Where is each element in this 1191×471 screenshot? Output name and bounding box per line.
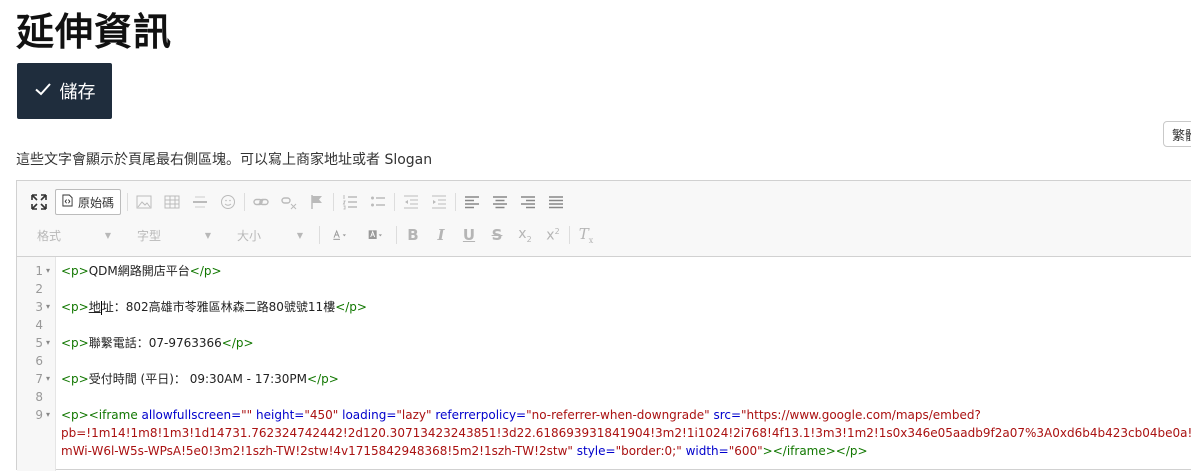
save-button[interactable]: 儲存 <box>17 63 112 119</box>
line-number: 9 <box>35 408 43 422</box>
fold-arrow-icon[interactable]: ▾ <box>46 406 50 424</box>
chevron-down-icon: ▼ <box>204 230 211 240</box>
bullet-list-icon[interactable] <box>366 190 390 214</box>
anchor-flag-icon[interactable] <box>305 190 329 214</box>
save-button-label: 儲存 <box>59 82 96 103</box>
font-dropdown[interactable]: 字型 ▼ <box>127 224 217 246</box>
editor-toolbar: 原始碼 格式 ▼ 字型 ▼ 大小 ▼ B I U S x2 x2 Tx <box>17 181 1191 257</box>
background-color-icon[interactable] <box>360 223 392 247</box>
smiley-icon[interactable] <box>216 190 240 214</box>
bold-icon[interactable]: B <box>401 223 425 247</box>
chevron-down-icon: ▼ <box>104 230 111 240</box>
superscript-icon[interactable]: x2 <box>541 223 565 247</box>
language-select[interactable]: 繁體 <box>1163 121 1191 147</box>
fold-arrow-icon[interactable]: ▾ <box>46 298 50 316</box>
align-left-icon[interactable] <box>460 190 484 214</box>
size-dropdown[interactable]: 大小 ▼ <box>227 224 309 246</box>
format-dropdown[interactable]: 格式 ▼ <box>27 224 117 246</box>
subscript-icon[interactable]: x2 <box>513 223 537 247</box>
link-icon[interactable] <box>249 190 273 214</box>
size-dropdown-label: 大小 <box>237 228 262 243</box>
chevron-down-icon: ▼ <box>296 230 303 240</box>
source-button-label: 原始碼 <box>78 195 115 210</box>
format-dropdown-label: 格式 <box>37 228 62 243</box>
language-label: 繁體 <box>1172 128 1191 144</box>
remove-format-icon[interactable]: Tx <box>574 223 598 247</box>
source-icon <box>62 194 73 210</box>
fold-arrow-icon[interactable]: ▾ <box>46 262 50 280</box>
line-number: 4 <box>35 318 43 332</box>
align-center-icon[interactable] <box>488 190 512 214</box>
indent-icon[interactable] <box>427 190 451 214</box>
font-dropdown-label: 字型 <box>137 228 162 243</box>
strikethrough-icon[interactable]: S <box>485 223 509 247</box>
line-number: 8 <box>35 390 43 404</box>
horizontal-line-icon[interactable] <box>188 190 212 214</box>
underline-icon[interactable]: U <box>457 223 481 247</box>
outdent-icon[interactable] <box>399 190 423 214</box>
numbered-list-icon[interactable] <box>338 190 362 214</box>
line-number: 7 <box>35 372 43 386</box>
line-number: 2 <box>35 282 43 296</box>
unlink-icon[interactable] <box>277 190 301 214</box>
image-icon[interactable] <box>132 190 156 214</box>
italic-icon[interactable]: I <box>429 223 453 247</box>
rich-text-editor: 原始碼 格式 ▼ 字型 ▼ 大小 ▼ B I U S x2 x2 Tx 1 ▾ … <box>16 180 1191 471</box>
source-code-area[interactable]: 1 ▾ <p>QDM網路開店平台</p> 2 3 ▾ <p>地址：802高雄市苓雅區… <box>17 257 1191 471</box>
field-hint: 這些文字會顯示於頁尾最右側區塊。可以寫上商家地址或者 Slogan <box>16 152 433 168</box>
check-icon <box>34 80 52 103</box>
source-button[interactable]: 原始碼 <box>55 189 122 215</box>
align-justify-icon[interactable] <box>544 190 568 214</box>
align-right-icon[interactable] <box>516 190 540 214</box>
line-number: 6 <box>35 354 43 368</box>
line-number: 1 <box>35 264 43 278</box>
table-icon[interactable] <box>160 190 184 214</box>
page-title: 延伸資訊 <box>16 10 173 54</box>
line-number: 5 <box>35 336 43 350</box>
line-number: 3 <box>35 300 43 314</box>
fold-arrow-icon[interactable]: ▾ <box>46 334 50 352</box>
text-color-icon[interactable] <box>324 223 356 247</box>
maximize-icon[interactable] <box>27 190 51 214</box>
fold-arrow-icon[interactable]: ▾ <box>46 370 50 388</box>
